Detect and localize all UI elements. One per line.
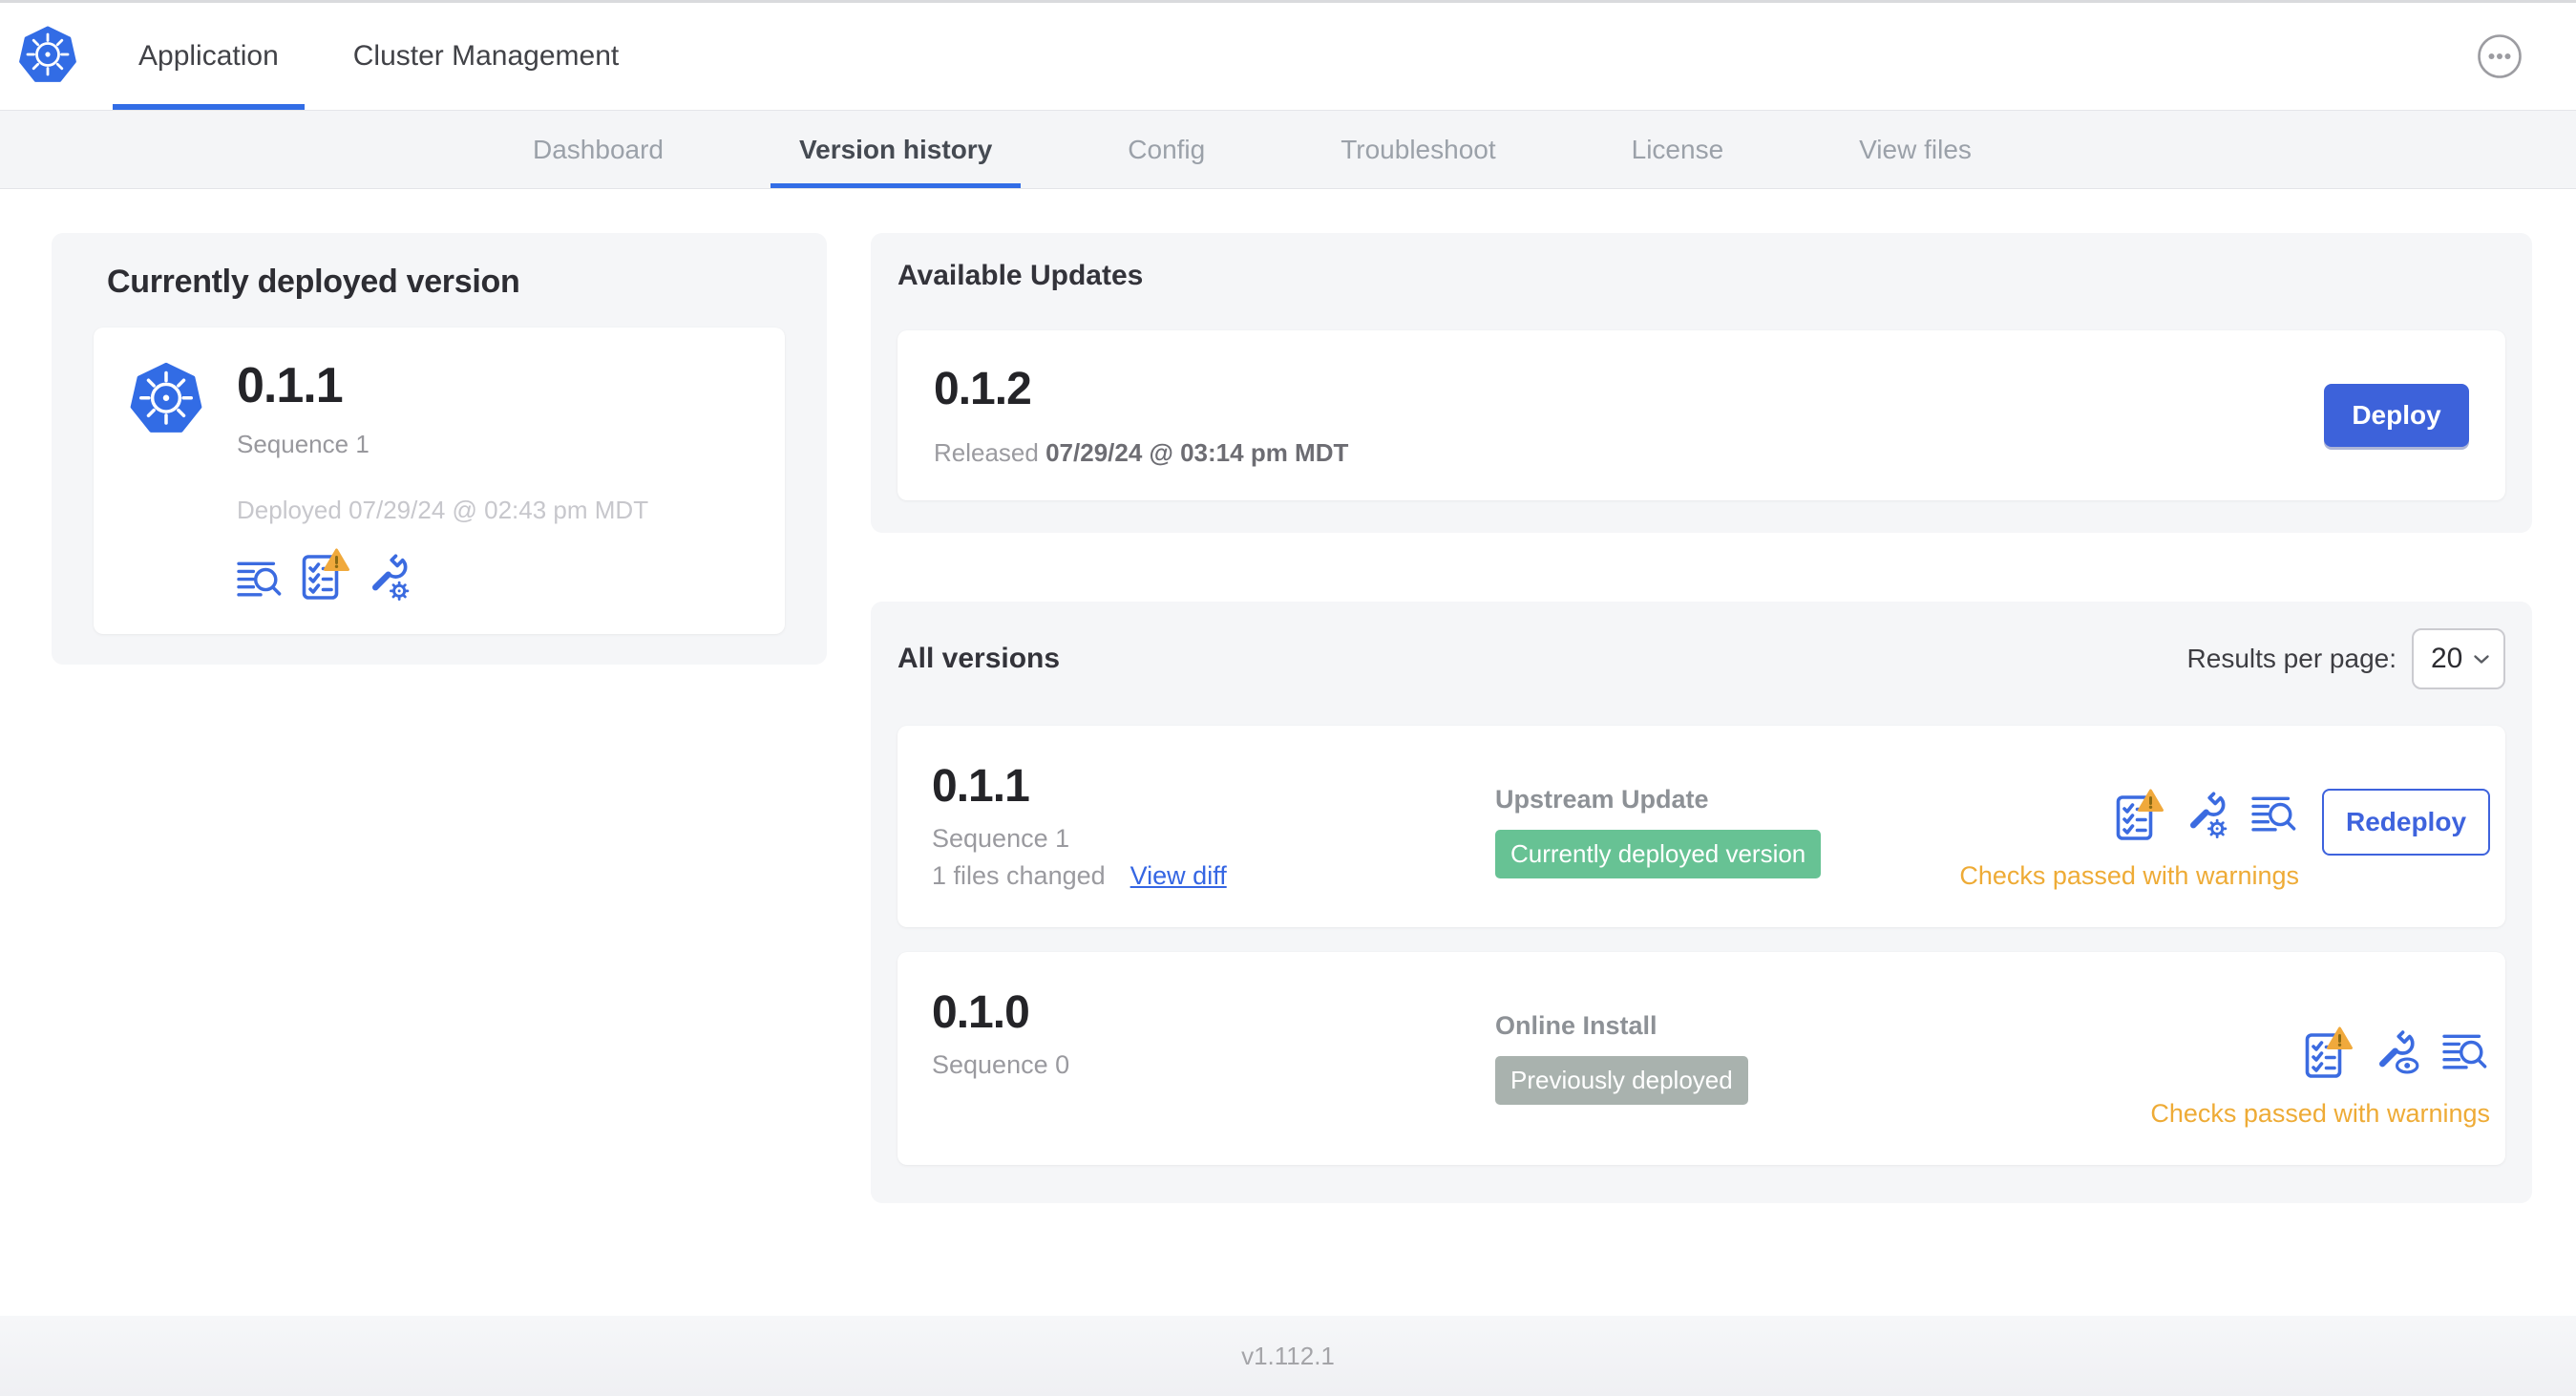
redeploy-button[interactable]: Redeploy: [2322, 789, 2490, 856]
tab-dashboard[interactable]: Dashboard: [504, 111, 692, 188]
tab-version-history[interactable]: Version history: [770, 111, 1022, 188]
deployed-sequence: Sequence 1: [237, 429, 370, 458]
top-nav-tabs: Application Cluster Management: [113, 3, 644, 110]
version-number: 0.1.0: [932, 987, 1030, 1038]
tab-view-files[interactable]: View files: [1830, 111, 2000, 188]
currently-deployed-details: 0.1.1 Sequence 1 Deployed 07/29/24 @ 02:…: [237, 360, 648, 602]
version-info: 0.1.0 Sequence 0: [932, 987, 1495, 1080]
version-icons: [2116, 789, 2299, 842]
tab-cluster-management[interactable]: Cluster Management: [327, 3, 644, 110]
version-source: Upstream Update Currently deployed versi…: [1495, 762, 1959, 878]
deploy-button[interactable]: Deploy: [2324, 384, 2469, 447]
currently-deployed-card: 0.1.1 Sequence 1 Deployed 07/29/24 @ 02:…: [94, 328, 785, 634]
version-sequence: Sequence 0: [932, 1049, 1070, 1079]
app-tab-bar: Dashboard Version history Config Trouble…: [0, 111, 2576, 189]
version-actions: Checks passed with warnings: [2150, 1026, 2490, 1129]
deployed-version-number: 0.1.1: [237, 358, 344, 413]
version-icons-wrap: Checks passed with warnings: [1959, 789, 2299, 891]
results-per-page-label: Results per page:: [2186, 644, 2397, 673]
files-changed-line: 1 files changed View diff: [932, 861, 1495, 891]
currently-deployed-badge: Currently deployed version: [1495, 830, 1822, 878]
version-number: 0.1.1: [932, 761, 1030, 812]
all-versions-panel: All versions Results per page: 20 0.1.1 …: [871, 602, 2532, 1203]
version-sequence: Sequence 1: [932, 823, 1070, 853]
results-per-page-select[interactable]: 20: [2412, 628, 2505, 689]
results-per-page-value: 20: [2431, 643, 2463, 674]
released-timestamp: 07/29/24 @ 03:14 pm MDT: [1045, 438, 1349, 467]
update-version-number: 0.1.2: [934, 364, 1032, 414]
right-column: Available Updates 0.1.2 Released 07/29/2…: [871, 233, 2532, 1203]
app-icon: [128, 362, 204, 436]
overflow-menu-button[interactable]: [2477, 33, 2523, 79]
update-released-line: Released 07/29/24 @ 03:14 pm MDT: [934, 438, 1348, 468]
version-icons: [2305, 1026, 2490, 1080]
kubernetes-logo-icon: [17, 26, 78, 85]
edit-config-icon[interactable]: [2185, 792, 2230, 839]
console-version: v1.112.1: [1241, 1341, 1335, 1370]
view-config-icon[interactable]: [2374, 1029, 2421, 1077]
tab-config[interactable]: Config: [1099, 111, 1234, 188]
available-updates-title: Available Updates: [897, 260, 1144, 291]
preflight-checks-warning-icon[interactable]: [302, 548, 349, 602]
preflight-checks-warning-icon[interactable]: [2305, 1026, 2353, 1080]
tab-application[interactable]: Application: [113, 3, 305, 110]
version-row: 0.1.1 Sequence 1 1 files changed View di…: [897, 726, 2505, 927]
version-icons-wrap: Checks passed with warnings: [2150, 1026, 2490, 1129]
available-updates-panel: Available Updates 0.1.2 Released 07/29/2…: [871, 233, 2532, 533]
deployed-timestamp: Deployed 07/29/24 @ 02:43 pm MDT: [237, 495, 649, 524]
tab-troubleshoot[interactable]: Troubleshoot: [1312, 111, 1524, 188]
admin-console: Application Cluster Management Dashboard…: [0, 0, 2576, 1396]
currently-deployed-panel: Currently deployed version 0.1.1 Sequenc…: [52, 233, 827, 665]
previously-deployed-badge: Previously deployed: [1495, 1056, 1748, 1105]
currently-deployed-section: Currently deployed version 0.1.1 Sequenc…: [52, 233, 827, 665]
top-nav-bar: Application Cluster Management: [0, 3, 2576, 111]
released-label: Released: [934, 438, 1039, 467]
release-notes-icon[interactable]: [2251, 794, 2299, 836]
tab-license[interactable]: License: [1603, 111, 1753, 188]
version-row: 0.1.0 Sequence 0 Online Install Previous…: [897, 952, 2505, 1165]
footer: v1.112.1: [0, 1316, 2576, 1396]
checks-status[interactable]: Checks passed with warnings: [2150, 1099, 2490, 1129]
ellipsis-icon: [2477, 33, 2523, 79]
currently-deployed-title: Currently deployed version: [107, 264, 520, 300]
version-source: Online Install Previously deployed: [1495, 988, 2150, 1105]
source-label: Online Install: [1495, 1011, 1658, 1040]
available-update-card: 0.1.2 Released 07/29/24 @ 03:14 pm MDT D…: [897, 330, 2505, 500]
view-diff-link[interactable]: View diff: [1130, 861, 1227, 891]
chevron-down-icon: [2473, 654, 2490, 665]
all-versions-header: All versions Results per page: 20: [897, 628, 2505, 689]
source-label: Upstream Update: [1495, 785, 1709, 814]
version-info: 0.1.1 Sequence 1 1 files changed View di…: [932, 761, 1495, 891]
edit-config-icon[interactable]: [367, 554, 412, 602]
deployed-version-actions: [237, 548, 648, 602]
preflight-checks-warning-icon[interactable]: [2116, 789, 2164, 842]
all-versions-title: All versions: [897, 643, 1061, 674]
main-content: Currently deployed version 0.1.1 Sequenc…: [0, 189, 2576, 1203]
files-changed-label: 1 files changed: [932, 860, 1106, 890]
version-actions: Checks passed with warnings Redeploy: [1959, 789, 2490, 891]
checks-status[interactable]: Checks passed with warnings: [1959, 861, 2299, 891]
release-notes-icon[interactable]: [237, 560, 285, 602]
release-notes-icon[interactable]: [2442, 1032, 2490, 1074]
available-update-details: 0.1.2 Released 07/29/24 @ 03:14 pm MDT: [934, 363, 1348, 468]
results-per-page: Results per page: 20: [2187, 628, 2505, 689]
